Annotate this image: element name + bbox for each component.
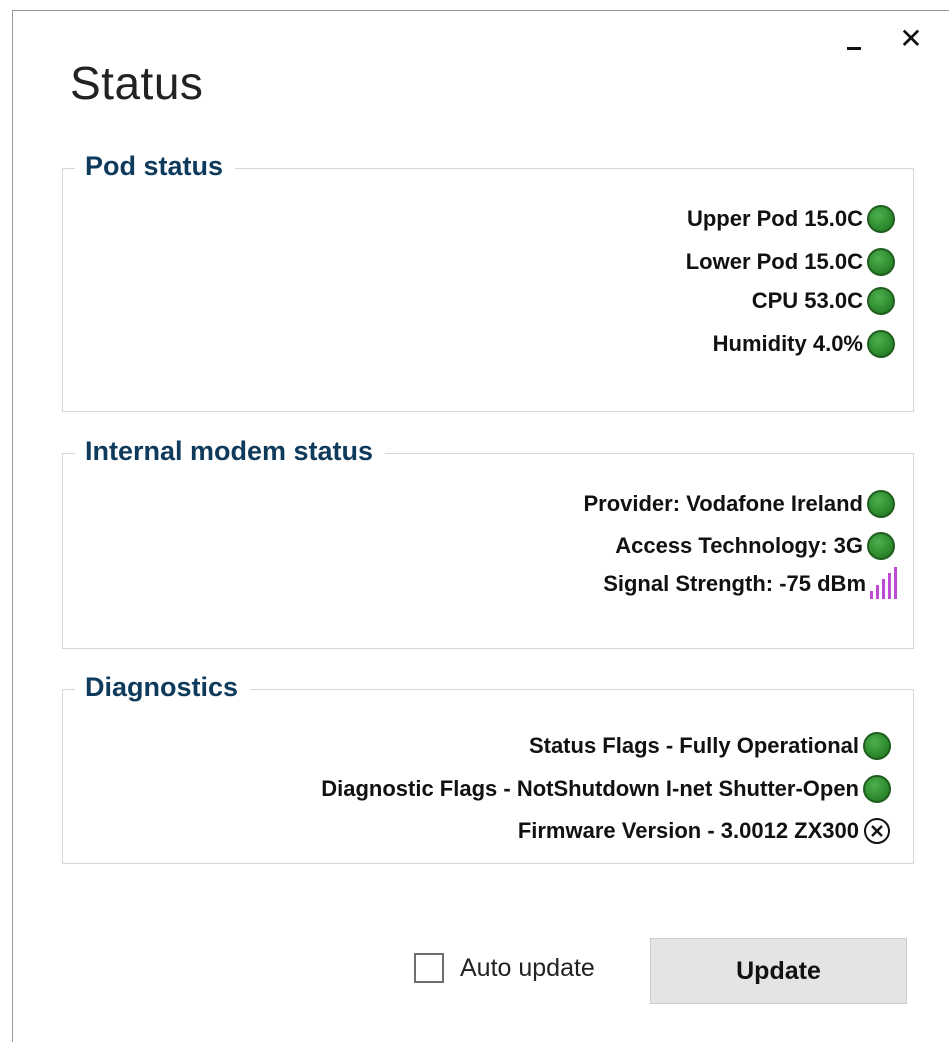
diagnostics-group: Diagnostics Status Flags - Fully Operati…	[62, 670, 914, 864]
green-led-icon	[863, 732, 891, 760]
status-row-humidity: Humidity 4.0%	[713, 326, 895, 362]
status-row-status-flags: Status Flags - Fully Operational	[529, 728, 891, 764]
status-label: Diagnostic Flags - NotShutdown I-net Shu…	[321, 776, 859, 801]
status-label: Lower Pod 15.0C	[685, 249, 863, 274]
status-label: CPU 53.0C	[751, 288, 863, 313]
green-led-icon	[867, 287, 895, 315]
green-led-icon	[867, 490, 895, 518]
signal-bars-icon	[870, 567, 897, 599]
status-row-diagnostic-flags: Diagnostic Flags - NotShutdown I-net Shu…	[321, 771, 891, 807]
diagnostics-title: Diagnostics	[75, 670, 251, 704]
status-label: Signal Strength: -75 dBm	[603, 571, 866, 596]
status-label: Upper Pod 15.0C	[686, 206, 863, 231]
close-icon: ✕	[899, 23, 923, 54]
pod-status-group: Pod status Upper Pod 15.0C Lower Pod 15.…	[62, 149, 914, 412]
green-led-icon	[867, 205, 895, 233]
status-label: Provider: Vodafone Ireland	[583, 491, 863, 516]
status-label: Access Technology: 3G	[615, 533, 863, 558]
green-led-icon	[863, 775, 891, 803]
minimize-button[interactable]	[847, 47, 861, 50]
pod-status-title: Pod status	[75, 149, 236, 183]
status-row-access-technology: Access Technology: 3G	[615, 528, 895, 564]
status-label: Humidity 4.0%	[712, 331, 863, 356]
status-row-signal-strength: Signal Strength: -75 dBm	[603, 566, 897, 602]
green-led-icon	[867, 248, 895, 276]
status-label: Firmware Version - 3.0012 ZX300	[517, 818, 859, 843]
modem-status-title: Internal modem status	[75, 434, 386, 468]
status-row-upper-pod: Upper Pod 15.0C	[687, 201, 895, 237]
close-button[interactable]: ✕	[897, 25, 925, 53]
green-led-icon	[867, 330, 895, 358]
auto-update-label: Auto update	[460, 953, 595, 982]
status-row-lower-pod: Lower Pod 15.0C	[686, 244, 895, 280]
status-row-cpu: CPU 53.0C	[752, 283, 895, 319]
status-row-provider: Provider: Vodafone Ireland	[583, 486, 895, 522]
modem-status-group: Internal modem status Provider: Vodafone…	[62, 434, 914, 649]
auto-update-checkbox[interactable]	[414, 953, 444, 983]
page-title: Status	[70, 57, 204, 109]
circle-x-icon	[864, 818, 890, 844]
green-led-icon	[867, 532, 895, 560]
status-row-firmware-version: Firmware Version - 3.0012 ZX300	[518, 813, 891, 849]
auto-update-toggle[interactable]: Auto update	[414, 953, 595, 983]
status-label: Status Flags - Fully Operational	[528, 733, 859, 758]
update-button[interactable]: Update	[650, 938, 907, 1004]
